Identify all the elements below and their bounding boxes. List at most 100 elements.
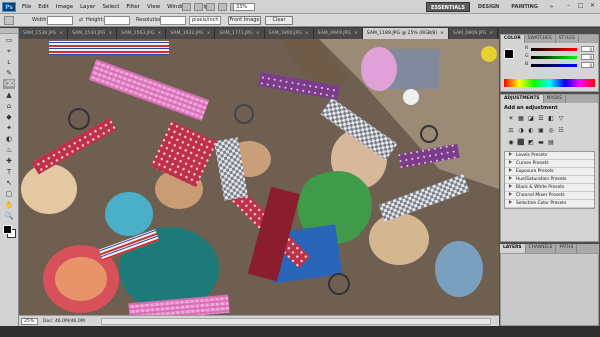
close-button[interactable]: ✕ (588, 2, 597, 10)
green-slider[interactable] (531, 56, 577, 59)
expand-triangle-icon[interactable] (509, 176, 512, 180)
menu-file[interactable]: File (22, 0, 31, 14)
document-tab[interactable]: SAM_1563.JPG × (117, 28, 167, 39)
mini-bridge-icon[interactable] (194, 3, 203, 11)
zoom-tool-icon[interactable]: 🔍 (3, 211, 15, 221)
expand-triangle-icon[interactable] (509, 168, 512, 172)
menu-image[interactable]: Image (56, 0, 73, 14)
tab-swatches[interactable]: SWATCHES (525, 35, 556, 43)
bridge-icon[interactable] (182, 3, 191, 11)
clone-stamp-tool-icon[interactable]: ✦ (3, 123, 15, 133)
menu-view[interactable]: View (147, 0, 160, 14)
hue-saturation-icon[interactable]: ▽ (557, 115, 565, 123)
document-tab[interactable]: SAM_1539.JPG × (19, 28, 69, 39)
zoom-level-icon[interactable] (218, 3, 227, 11)
photo-filter-icon[interactable]: ◐ (527, 127, 535, 135)
horizontal-scrollbar[interactable] (101, 318, 491, 325)
close-tab-icon[interactable]: × (489, 31, 493, 36)
document-tab[interactable]: SAM_1544.JPG × (68, 28, 118, 39)
view-extras-icon[interactable] (206, 3, 215, 11)
quick-selection-tool-icon[interactable]: ✎ (3, 68, 15, 78)
workspace-essentials[interactable]: ESSENTIALS (426, 2, 470, 12)
width-input[interactable] (47, 16, 73, 25)
expand-triangle-icon[interactable] (509, 160, 512, 164)
hand-tool-icon[interactable]: ✋ (3, 200, 15, 210)
swap-dimensions-icon[interactable]: ⇄ (78, 17, 84, 24)
shape-tool-icon[interactable]: ▢ (3, 189, 15, 199)
document-tab[interactable]: SAM_0809.JPG × (449, 28, 499, 39)
close-tab-icon[interactable]: × (440, 31, 444, 36)
height-input[interactable] (104, 16, 130, 25)
blue-value-field[interactable]: 0 (581, 62, 594, 68)
expand-triangle-icon[interactable] (509, 184, 512, 188)
zoom-level-select[interactable]: 33% (233, 3, 255, 11)
lasso-tool-icon[interactable]: ʟ (3, 57, 15, 67)
tools-panel-grip[interactable] (0, 28, 18, 34)
menu-edit[interactable]: Edit (38, 0, 49, 14)
green-value-field[interactable]: 0 (581, 54, 594, 60)
close-tab-icon[interactable]: × (108, 31, 112, 36)
resolution-input[interactable] (160, 16, 186, 25)
red-slider[interactable] (531, 48, 577, 51)
brightness-contrast-icon[interactable]: ☀ (507, 115, 515, 123)
document-canvas[interactable] (19, 39, 499, 315)
close-tab-icon[interactable]: × (305, 31, 309, 36)
type-tool-icon[interactable]: T (3, 167, 15, 177)
marquee-tool-icon[interactable]: ⌖ (3, 46, 15, 56)
blue-slider[interactable] (531, 64, 577, 67)
invert-icon[interactable]: ◎ (547, 127, 555, 135)
resolution-unit-select[interactable]: pixels/inch (189, 16, 221, 25)
menu-filter[interactable]: Filter (126, 0, 140, 14)
posterize-icon[interactable]: ☷ (557, 127, 565, 135)
threshold-icon[interactable]: ◉ (507, 139, 515, 147)
tab-layers[interactable]: LAYERS (500, 244, 526, 253)
color-balance-icon[interactable]: ⚖ (507, 127, 515, 135)
healing-brush-tool-icon[interactable]: ⌂ (3, 101, 15, 111)
tab-channels[interactable]: CHANNELS (526, 244, 557, 253)
maximize-button[interactable]: □ (576, 2, 585, 10)
vibrance-icon[interactable]: ◧ (547, 115, 555, 123)
levels-icon[interactable]: ▦ (517, 115, 525, 123)
close-tab-icon[interactable]: × (256, 31, 260, 36)
gradient-tool-icon[interactable]: ✚ (3, 156, 15, 166)
close-tab-icon[interactable]: × (157, 31, 161, 36)
close-tab-icon[interactable]: × (207, 31, 211, 36)
exposure-icon[interactable]: ☰ (537, 115, 545, 123)
menu-select[interactable]: Select (102, 0, 119, 14)
eraser-tool-icon[interactable]: ♨ (3, 145, 15, 155)
history-brush-tool-icon[interactable]: ◐ (3, 134, 15, 144)
path-selection-tool-icon[interactable]: ↖ (3, 178, 15, 188)
status-zoom-field[interactable]: 25% (21, 318, 38, 325)
layers-panel[interactable] (500, 253, 599, 326)
crop-tool-preset-icon[interactable] (4, 16, 14, 25)
document-tab[interactable]: SAM_1771.JPG × (215, 28, 265, 39)
tab-adjustments[interactable]: ADJUSTMENTS (501, 95, 544, 103)
preset-item[interactable]: Selective Color Presets (505, 200, 594, 208)
foreground-color-swatch[interactable] (3, 225, 12, 234)
preset-item[interactable]: Levels Presets (505, 152, 594, 160)
expand-triangle-icon[interactable] (509, 152, 512, 156)
expand-triangle-icon[interactable] (509, 200, 512, 204)
expand-triangle-icon[interactable] (509, 192, 512, 196)
preset-item[interactable]: Black & White Presets (505, 184, 594, 192)
document-tab[interactable]: SAM_1800.JPG × (264, 28, 314, 39)
minimize-button[interactable]: – (564, 2, 573, 10)
black-white-icon[interactable]: ◑ (517, 127, 525, 135)
tab-paths[interactable]: PATHS (556, 244, 578, 253)
tab-masks[interactable]: MASKS (544, 95, 566, 103)
document-tab[interactable]: SAM_1622.JPG × (166, 28, 216, 39)
workspace-painting[interactable]: PAINTING (507, 2, 542, 12)
preset-item[interactable]: Exposure Presets (505, 168, 594, 176)
crop-tool-icon[interactable]: ⌫ (3, 79, 15, 89)
red-value-field[interactable]: 0 (581, 46, 594, 52)
pattern-icon[interactable]: ▤ (547, 139, 555, 147)
color-spectrum-bar[interactable] (504, 79, 595, 87)
workspace-design[interactable]: DESIGN (474, 2, 503, 12)
fill-icon[interactable]: ▬ (537, 139, 545, 147)
close-tab-icon[interactable]: × (59, 31, 63, 36)
tab-styles[interactable]: STYLES (556, 35, 579, 43)
gradient-map-icon[interactable]: ⬛ (517, 139, 525, 147)
workspace-more-button[interactable]: » (546, 2, 557, 12)
preset-item[interactable]: Curves Presets (505, 160, 594, 168)
channel-mixer-icon[interactable]: ▣ (537, 127, 545, 135)
